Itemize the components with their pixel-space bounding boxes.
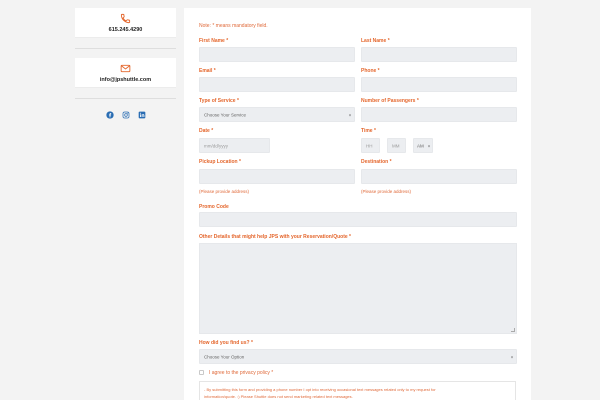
privacy-checkbox[interactable]: [199, 370, 204, 375]
found-select[interactable]: Choose Your Option ▾: [199, 349, 517, 364]
linkedin-icon[interactable]: [138, 111, 146, 119]
chevron-down-icon: ▾: [510, 354, 513, 359]
reservation-form: Note: * means mandatory field. First Nam…: [184, 8, 531, 400]
phone-icon: [120, 13, 131, 23]
pickup-label: Pickup Location *: [199, 159, 241, 165]
service-select[interactable]: Choose Your Service ▾: [199, 107, 355, 122]
instagram-icon[interactable]: [122, 111, 130, 119]
resize-handle-icon[interactable]: [511, 328, 515, 332]
chevron-down-icon: ▾: [348, 112, 351, 117]
hour-input[interactable]: HH: [361, 138, 380, 153]
pickup-input[interactable]: [199, 169, 355, 184]
minute-input[interactable]: MM: [387, 138, 406, 153]
divider: [75, 98, 176, 99]
phone-label: Phone *: [361, 68, 380, 74]
passengers-label: Number of Passengers *: [361, 98, 419, 104]
privacy-label[interactable]: I agree to the privacy policy *: [209, 370, 273, 376]
divider: [75, 48, 176, 49]
social-links: [75, 111, 176, 119]
first-name-input[interactable]: [199, 47, 355, 62]
pickup-hint: (Please provide address): [199, 189, 250, 194]
email-input[interactable]: [199, 77, 355, 92]
promo-input[interactable]: [199, 212, 517, 227]
details-label: Other Details that might help JPS with y…: [199, 234, 351, 240]
destination-label: Destination *: [361, 159, 392, 165]
phone-number[interactable]: 615.245.4290: [109, 27, 143, 33]
last-name-input[interactable]: [361, 47, 517, 62]
phone-input[interactable]: [361, 77, 517, 92]
chevron-down-icon: ▾: [427, 143, 430, 148]
time-label: Time *: [361, 128, 376, 134]
destination-hint: (Please provide address): [361, 189, 412, 194]
details-textarea[interactable]: [199, 243, 517, 334]
consent-line: information/quote. :) Please Shuttle doe…: [204, 394, 353, 399]
email-address[interactable]: info@jpshuttle.com: [100, 77, 151, 83]
date-label: Date *: [199, 128, 214, 134]
first-name-label: First Name *: [199, 38, 229, 44]
ampm-select[interactable]: AM ▾: [413, 138, 433, 153]
mandatory-note: Note: * means mandatory field.: [199, 23, 268, 29]
facebook-icon[interactable]: [105, 111, 114, 119]
destination-input[interactable]: [361, 169, 517, 184]
email-card[interactable]: info@jpshuttle.com: [75, 58, 176, 88]
promo-label: Promo Code: [199, 204, 229, 210]
last-name-label: Last Name *: [361, 38, 390, 44]
envelope-icon: [120, 64, 131, 72]
phone-card[interactable]: 615.245.4290: [75, 8, 176, 38]
sms-consent-box: - By submitting this form and providing …: [199, 381, 516, 400]
email-label: Email *: [199, 68, 216, 74]
service-label: Type of Service *: [199, 98, 239, 104]
passengers-input[interactable]: [361, 107, 517, 122]
date-input[interactable]: mm/dd/yyyy: [199, 138, 270, 153]
consent-line: - By submitting this form and providing …: [204, 387, 436, 392]
found-label: How did you find us? *: [199, 340, 253, 346]
